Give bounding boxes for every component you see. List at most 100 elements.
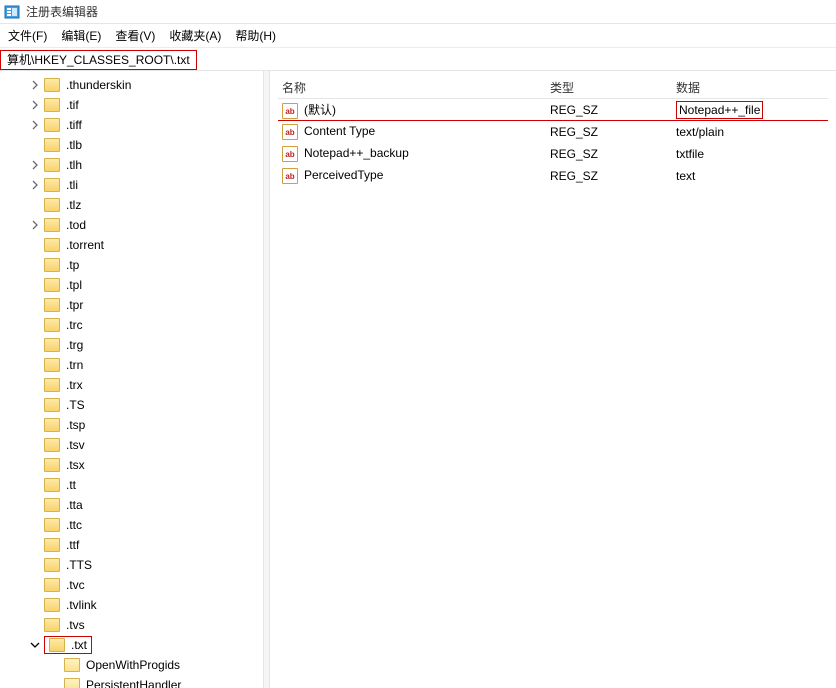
menu-view[interactable]: 查看(V)	[115, 27, 155, 44]
chevron-right-icon[interactable]	[28, 218, 42, 232]
folder-icon	[44, 438, 60, 452]
folder-icon	[44, 118, 60, 132]
registry-tree[interactable]: .thunderskin.tif.tiff.tlb.tlh.tli.tlz.to…	[0, 75, 263, 688]
tree-item-label: .ttf	[66, 538, 79, 552]
tree-item[interactable]: .torrent	[0, 235, 263, 255]
chevron-right-icon[interactable]	[28, 478, 42, 492]
menu-help[interactable]: 帮助(H)	[235, 27, 276, 44]
folder-icon	[44, 178, 60, 192]
chevron-right-icon[interactable]	[28, 198, 42, 212]
tree-item[interactable]: .thunderskin	[0, 75, 263, 95]
menu-favorites[interactable]: 收藏夹(A)	[169, 27, 221, 44]
tree-item[interactable]: .tiff	[0, 115, 263, 135]
menu-edit[interactable]: 编辑(E)	[61, 27, 101, 44]
chevron-right-icon[interactable]	[28, 278, 42, 292]
tree-item[interactable]: .TTS	[0, 555, 263, 575]
chevron-right-icon[interactable]	[28, 418, 42, 432]
tree-item[interactable]: .tli	[0, 175, 263, 195]
tree-item-label: .tif	[66, 98, 79, 112]
tree-item[interactable]: .trn	[0, 355, 263, 375]
tree-item[interactable]: .tlh	[0, 155, 263, 175]
chevron-right-icon[interactable]	[28, 518, 42, 532]
tree-item[interactable]: OpenWithProgids	[0, 655, 263, 675]
tree-item[interactable]: PersistentHandler	[0, 675, 263, 688]
chevron-right-icon[interactable]	[48, 678, 62, 688]
folder-icon	[64, 658, 80, 672]
cell-name: abPerceivedType	[278, 168, 546, 185]
chevron-right-icon[interactable]	[28, 438, 42, 452]
address-path[interactable]: 算机\HKEY_CLASSES_ROOT\.txt	[0, 50, 197, 70]
tree-item-label: .tvlink	[66, 598, 97, 612]
tree-item[interactable]: .trx	[0, 375, 263, 395]
tree-item[interactable]: .tlb	[0, 135, 263, 155]
tree-item[interactable]: .tt	[0, 475, 263, 495]
tree-item[interactable]: .tp	[0, 255, 263, 275]
tree-item[interactable]: .tpr	[0, 295, 263, 315]
string-value-icon: ab	[282, 103, 298, 119]
tree-item[interactable]: .tta	[0, 495, 263, 515]
chevron-right-icon[interactable]	[28, 78, 42, 92]
tree-item[interactable]: .tif	[0, 95, 263, 115]
list-row[interactable]: abPerceivedTypeREG_SZtext	[278, 165, 828, 187]
tree-item[interactable]: .tpl	[0, 275, 263, 295]
chevron-right-icon[interactable]	[28, 558, 42, 572]
chevron-right-icon[interactable]	[28, 98, 42, 112]
menu-bar: 文件(F) 编辑(E) 查看(V) 收藏夹(A) 帮助(H)	[0, 24, 836, 48]
chevron-right-icon[interactable]	[28, 178, 42, 192]
col-header-name[interactable]: 名称	[278, 79, 546, 96]
tree-item[interactable]: .tlz	[0, 195, 263, 215]
folder-icon	[44, 338, 60, 352]
col-header-data[interactable]: 数据	[672, 79, 828, 96]
menu-file[interactable]: 文件(F)	[8, 27, 47, 44]
tree-item[interactable]: .trg	[0, 335, 263, 355]
tree-item[interactable]: .ttf	[0, 535, 263, 555]
chevron-right-icon[interactable]	[28, 398, 42, 412]
chevron-right-icon[interactable]	[28, 318, 42, 332]
chevron-right-icon[interactable]	[28, 338, 42, 352]
tree-item[interactable]: .txt	[0, 635, 263, 655]
tree-item-label: .tsp	[66, 418, 85, 432]
chevron-right-icon[interactable]	[48, 658, 62, 672]
chevron-down-icon[interactable]	[28, 638, 42, 652]
tree-item-label: .tsx	[66, 458, 85, 472]
chevron-right-icon[interactable]	[28, 298, 42, 312]
chevron-right-icon[interactable]	[28, 578, 42, 592]
tree-item[interactable]: .tsp	[0, 415, 263, 435]
folder-icon	[44, 278, 60, 292]
col-header-type[interactable]: 类型	[546, 79, 672, 96]
chevron-right-icon[interactable]	[28, 238, 42, 252]
chevron-right-icon[interactable]	[28, 538, 42, 552]
chevron-right-icon[interactable]	[28, 158, 42, 172]
tree-item-selected[interactable]: .txt	[44, 636, 92, 654]
chevron-right-icon[interactable]	[28, 458, 42, 472]
tree-item[interactable]: .trc	[0, 315, 263, 335]
list-row[interactable]: ab(默认)REG_SZNotepad++_file	[278, 99, 828, 121]
tree-item[interactable]: .tvlink	[0, 595, 263, 615]
value-name: Content Type	[304, 124, 375, 138]
tree-item-label: .TTS	[66, 558, 92, 572]
chevron-right-icon[interactable]	[28, 358, 42, 372]
chevron-right-icon[interactable]	[28, 258, 42, 272]
chevron-right-icon[interactable]	[28, 498, 42, 512]
chevron-right-icon[interactable]	[28, 118, 42, 132]
chevron-right-icon[interactable]	[28, 378, 42, 392]
list-row[interactable]: abNotepad++_backupREG_SZtxtfile	[278, 143, 828, 165]
tree-pane[interactable]: .thunderskin.tif.tiff.tlb.tlh.tli.tlz.to…	[0, 71, 264, 688]
tree-item[interactable]: .tsx	[0, 455, 263, 475]
folder-icon	[44, 458, 60, 472]
list-row[interactable]: abContent TypeREG_SZtext/plain	[278, 121, 828, 143]
folder-icon	[44, 78, 60, 92]
tree-item[interactable]: .tvs	[0, 615, 263, 635]
folder-icon	[44, 538, 60, 552]
chevron-right-icon[interactable]	[28, 598, 42, 612]
chevron-right-icon[interactable]	[28, 138, 42, 152]
tree-item-label: .tlh	[66, 158, 82, 172]
tree-item-label: .tp	[66, 258, 79, 272]
tree-item[interactable]: .tod	[0, 215, 263, 235]
chevron-right-icon[interactable]	[28, 618, 42, 632]
tree-item[interactable]: .TS	[0, 395, 263, 415]
cell-data: text/plain	[672, 125, 828, 139]
tree-item[interactable]: .ttc	[0, 515, 263, 535]
tree-item[interactable]: .tvc	[0, 575, 263, 595]
tree-item[interactable]: .tsv	[0, 435, 263, 455]
